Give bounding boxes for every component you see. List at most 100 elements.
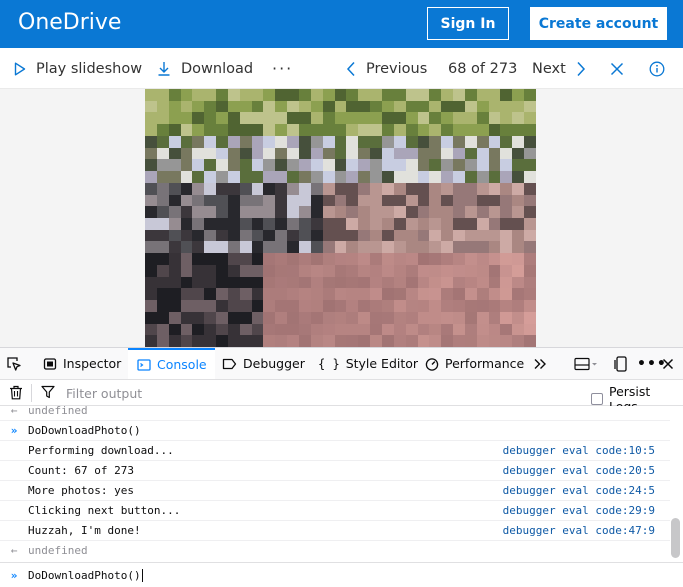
photo-pixel [346, 89, 359, 101]
photo-pixel [192, 159, 205, 172]
photo-pixel [524, 124, 536, 136]
photo-pixel [405, 171, 418, 183]
next-button[interactable]: Next [532, 48, 586, 89]
photo-pixel [464, 323, 477, 336]
photo-pixel [417, 218, 430, 230]
photo-pixel [287, 335, 300, 347]
tab-performance[interactable]: Performance [425, 348, 524, 379]
photo-pixel [417, 112, 430, 125]
photo-pixel [287, 112, 300, 125]
photo-pixel [192, 135, 205, 148]
photo-pixel [500, 253, 513, 265]
tab-style-editor[interactable]: { } Style Editor [318, 348, 418, 379]
photo-pixel [441, 264, 454, 277]
info-button[interactable] [649, 48, 665, 89]
photo-pixel [334, 124, 347, 136]
photo-pixel [204, 194, 217, 207]
photo-pixel [334, 182, 347, 195]
photo-pixel [180, 171, 193, 183]
photo-pixel [417, 147, 430, 160]
photo-pixel [299, 264, 311, 277]
photo-pixel [476, 159, 489, 172]
photo-pixel [346, 253, 359, 265]
photo-pixel [263, 323, 276, 336]
photo-pixel [334, 241, 347, 254]
close-devtools-button[interactable] [662, 348, 674, 379]
photo-pixel [287, 206, 300, 218]
photo-pixel [358, 124, 371, 136]
photo-pixel [216, 171, 228, 183]
console-input-text[interactable]: DoDownloadPhoto() [28, 569, 141, 582]
photo-pixel [216, 288, 228, 301]
console-message: More photos: yes [28, 484, 134, 497]
sign-in-button[interactable]: Sign In [427, 7, 509, 40]
log-source-link[interactable]: debugger eval code:29:9 [503, 504, 655, 517]
photo-pixel [476, 311, 489, 324]
tabs-overflow-button[interactable] [533, 348, 547, 379]
photo-pixel [239, 323, 252, 336]
photo-pixel [370, 124, 382, 136]
photo-pixel [251, 194, 264, 207]
tab-performance-label: Performance [445, 356, 525, 371]
photo-pixel [168, 182, 181, 195]
console-scroll-thumb[interactable] [671, 518, 680, 558]
dock-layout-button[interactable] [574, 348, 598, 379]
photo-pixel [358, 112, 371, 125]
photo-pixel [429, 253, 442, 265]
download-button[interactable]: Download [157, 48, 253, 89]
create-account-button[interactable]: Create account [530, 7, 667, 40]
photo-pixel [512, 276, 525, 289]
photo-pixel [370, 288, 382, 301]
photo-pixel [441, 288, 454, 301]
photo-pixel [180, 229, 193, 242]
tab-inspector[interactable]: Inspector [43, 348, 121, 379]
photo-pixel [239, 182, 252, 195]
log-source-link[interactable]: debugger eval code:47:9 [503, 524, 655, 537]
photo-pixel [310, 218, 323, 230]
photo-pixel [180, 194, 193, 207]
tab-debugger[interactable]: Debugger [222, 348, 305, 379]
log-source-link[interactable]: debugger eval code:20:5 [503, 464, 655, 477]
photo-pixel [239, 194, 252, 207]
console-input[interactable]: » DoDownloadPhoto() [0, 562, 683, 587]
play-slideshow-button[interactable]: Play slideshow [14, 48, 142, 89]
previous-button[interactable]: Previous [346, 48, 427, 89]
photo-pixel [417, 171, 430, 183]
log-source-link[interactable]: debugger eval code:10:5 [503, 444, 655, 457]
photo-pixel [263, 264, 276, 277]
photo-pixel [251, 124, 264, 136]
close-viewer-button[interactable] [610, 48, 624, 89]
tab-console[interactable]: Console [128, 348, 215, 379]
photo-pixel [204, 147, 217, 160]
photo-pixel [417, 276, 430, 289]
photo-pixel [405, 147, 418, 160]
photo-pixel [334, 311, 347, 324]
onedrive-logo[interactable]: OneDrive [18, 10, 121, 35]
photo-pixel [441, 135, 454, 148]
persist-logs-checkbox[interactable] [591, 393, 603, 405]
photo-pixel [381, 194, 394, 207]
responsive-design-button[interactable] [614, 348, 628, 379]
photo-pixel [500, 171, 513, 183]
photo-pixel [370, 311, 382, 324]
photo-pixel [275, 171, 288, 183]
photo-pixel [393, 229, 406, 242]
photo-pixel [453, 89, 465, 101]
element-picker-button[interactable] [6, 348, 22, 379]
photo-pixel [429, 159, 442, 172]
photo-pixel [180, 253, 193, 265]
photo-pixel [393, 124, 406, 136]
clear-console-button[interactable] [9, 385, 23, 403]
more-options-button[interactable]: ··· [272, 48, 293, 89]
photo-pixel [441, 323, 454, 336]
filter-output-input[interactable] [66, 383, 466, 403]
toolbar-divider [31, 384, 32, 402]
photo-pixel [204, 241, 217, 254]
log-source-link[interactable]: debugger eval code:24:5 [503, 484, 655, 497]
text-caret [141, 568, 143, 582]
photo-pixel [488, 194, 501, 207]
console-message: Performing download... [28, 444, 174, 457]
photo-pixel [346, 311, 359, 324]
photo-pixel [405, 229, 418, 242]
photo-pixel [168, 194, 181, 207]
